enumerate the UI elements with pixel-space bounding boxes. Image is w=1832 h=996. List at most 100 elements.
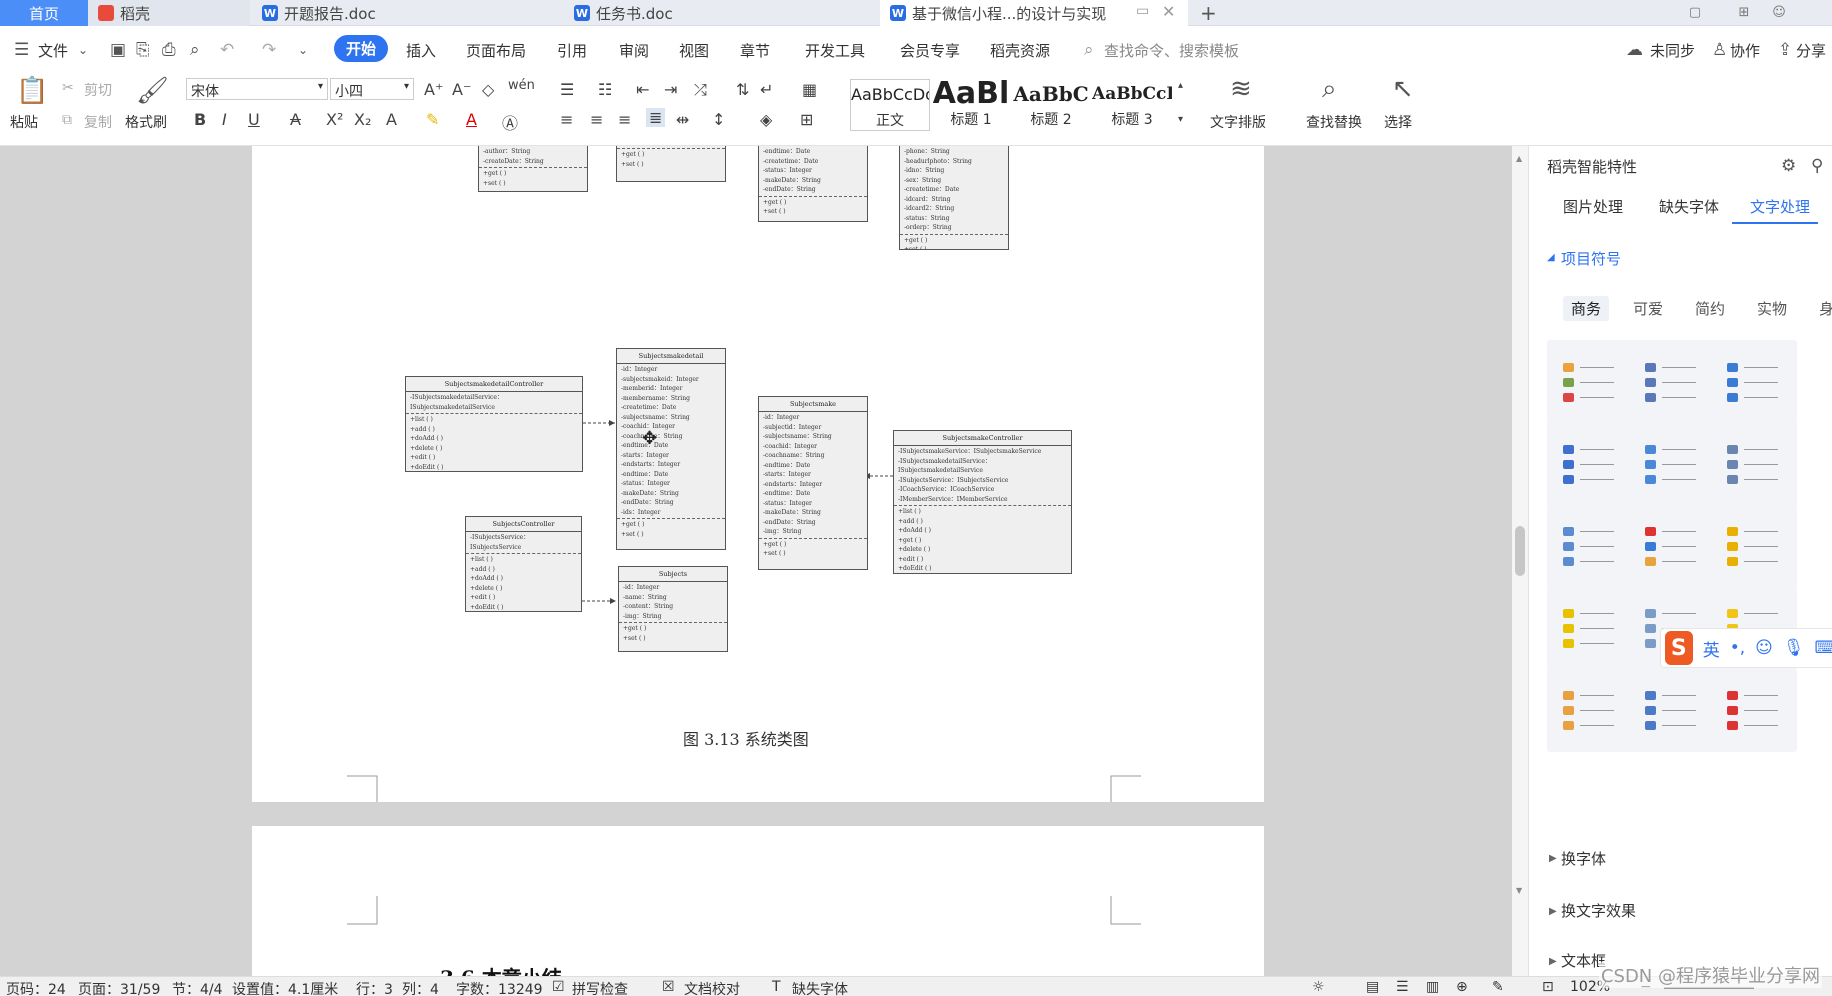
status-col[interactable]: 列：4 — [402, 979, 439, 996]
find-replace-icon[interactable]: ⌕ — [1322, 74, 1337, 105]
tab-missing-fonts[interactable]: 缺失字体 — [1659, 196, 1719, 217]
status-setting[interactable]: 设置值：4.1厘米 — [232, 979, 338, 996]
eye-protect-icon[interactable]: ☼ — [1312, 979, 1325, 995]
grid-icon[interactable]: ⊞ — [1735, 3, 1753, 21]
document-page[interactable]: -ressDate：String-createtime：Date-author：… — [252, 146, 1264, 838]
sort-icon[interactable]: ⇅ — [736, 80, 749, 99]
status-section[interactable]: 节：4/4 — [172, 979, 223, 996]
section-text-effects[interactable]: 换文字效果 — [1561, 900, 1636, 921]
show-marks-icon[interactable]: ↵ — [760, 80, 773, 99]
menu-page-layout[interactable]: 页面布局 — [466, 40, 526, 61]
menu-insert[interactable]: 插入 — [406, 40, 436, 61]
paste-icon[interactable]: 📋 — [16, 76, 48, 106]
fit-icon[interactable]: ⊡ — [1542, 979, 1554, 995]
find-replace-button[interactable]: 查找替换 — [1306, 112, 1362, 132]
read-view-icon[interactable]: ▥ — [1426, 979, 1439, 995]
export-icon[interactable]: ⎘ — [136, 40, 150, 60]
spell-check-checkbox-icon[interactable]: ☑ — [552, 979, 565, 995]
expand-icon[interactable]: ▶ — [1549, 956, 1557, 967]
vertical-scrollbar[interactable]: ▲ ▼ — [1512, 146, 1528, 976]
bullet-style-option[interactable] — [1711, 422, 1797, 506]
preview-icon[interactable]: ⌕ — [190, 40, 200, 60]
undo-icon[interactable]: ↶ — [220, 40, 234, 60]
status-spellcheck[interactable]: 拼写检查 — [572, 979, 628, 996]
status-page[interactable]: 页码：24 — [6, 979, 66, 996]
chevron-down-icon[interactable]: ⌄ — [78, 43, 88, 57]
align-right-icon[interactable]: ≡ — [618, 110, 631, 129]
share-button[interactable]: 分享 — [1796, 40, 1826, 61]
redo-icon[interactable]: ↷ — [262, 40, 276, 60]
monitor-icon[interactable]: ▭ — [1136, 3, 1149, 19]
sogou-logo-icon[interactable]: S — [1665, 631, 1693, 665]
bullet-style-option[interactable] — [1629, 422, 1715, 506]
font-effect-icon[interactable]: A — [386, 110, 397, 129]
status-row[interactable]: 行：3 — [356, 979, 393, 996]
bullet-style-option[interactable] — [1629, 668, 1715, 752]
cut-icon[interactable]: ✂ — [62, 80, 74, 96]
style-heading3[interactable]: AaBbCcI 标题 3 — [1092, 79, 1172, 131]
tab-doc1[interactable]: W 开题报告.doc — [252, 0, 548, 26]
expand-icon[interactable]: ▶ — [1549, 906, 1557, 917]
italic-icon[interactable]: I — [222, 110, 227, 129]
mic-icon[interactable]: 🎙 — [1783, 638, 1805, 658]
decrease-indent-icon[interactable]: ⇤ — [636, 80, 649, 99]
bullet-style-option[interactable] — [1629, 340, 1715, 424]
scroll-down-icon[interactable]: ▼ — [1516, 886, 1522, 895]
command-search-input[interactable]: 查找命令、搜索模板 — [1104, 40, 1239, 61]
document-area[interactable]: -ressDate：String-createtime：Date-author：… — [0, 146, 1512, 976]
emoji-icon[interactable]: ☺ — [1755, 638, 1773, 658]
decrease-font-icon[interactable]: A⁻ — [452, 80, 471, 99]
text-layout-icon[interactable]: ≋ — [1230, 74, 1252, 104]
table-tools-icon[interactable]: ▦ — [802, 80, 817, 99]
format-painter-icon[interactable]: 🖌 — [136, 76, 169, 106]
ime-lang-toggle[interactable]: 英 — [1703, 636, 1720, 661]
text-direction-icon[interactable]: ⤮ — [694, 80, 707, 100]
menu-review[interactable]: 审阅 — [619, 40, 649, 61]
increase-indent-icon[interactable]: ⇥ — [664, 80, 677, 99]
status-wordcount[interactable]: 字数：13249 — [456, 979, 543, 996]
bullet-style-option[interactable] — [1547, 422, 1633, 506]
status-proofread[interactable]: 文档校对 — [684, 979, 740, 996]
styles-scroll-down-icon[interactable]: ▾ — [1178, 114, 1183, 125]
copy-button[interactable]: 复制 — [84, 112, 112, 132]
panel-title[interactable]: 稻壳智能特性 — [1547, 156, 1637, 177]
increase-font-icon[interactable]: A⁺ — [424, 80, 443, 99]
bullet-style-option[interactable] — [1711, 668, 1797, 752]
menu-start[interactable]: 开始 — [334, 35, 389, 62]
layout-icon[interactable]: ▢ — [1686, 3, 1704, 21]
pin-icon[interactable]: ⚲ — [1811, 156, 1823, 176]
hamburger-icon[interactable]: ☰ — [14, 40, 29, 60]
superscript-icon[interactable]: X² — [326, 110, 343, 129]
select-button[interactable]: 选择 — [1384, 112, 1412, 132]
pen-icon[interactable]: ✎ — [1492, 979, 1504, 995]
category-cute[interactable]: 可爱 — [1625, 296, 1671, 321]
paste-button[interactable]: 粘贴 — [10, 112, 38, 132]
font-name-select[interactable]: 宋体 ▾ — [186, 78, 328, 100]
phonetic-icon[interactable]: wén — [508, 78, 535, 93]
bullet-style-option[interactable] — [1547, 668, 1633, 752]
tab-home[interactable]: 首页 — [0, 0, 88, 26]
style-normal[interactable]: AaBbCcDd 正文 — [850, 79, 930, 131]
tab-doc2[interactable]: W 任务书.doc — [564, 0, 876, 26]
proofread-icon[interactable]: ☒ — [662, 979, 675, 995]
menu-daoke-resources[interactable]: 稻壳资源 — [990, 40, 1050, 61]
menu-file[interactable]: 文件 — [38, 40, 68, 61]
font-color-icon[interactable]: A — [466, 110, 477, 129]
missing-font-icon[interactable]: T — [772, 979, 781, 995]
tab-image-processing[interactable]: 图片处理 — [1563, 196, 1623, 217]
section-bullets[interactable]: 项目符号 — [1561, 248, 1621, 269]
scroll-up-icon[interactable]: ▲ — [1516, 154, 1522, 163]
format-painter-button[interactable]: 格式刷 — [125, 112, 167, 132]
select-icon[interactable]: ↖ — [1392, 74, 1414, 104]
keyboard-icon[interactable]: ⌨ — [1814, 638, 1832, 658]
bullet-style-option[interactable] — [1547, 504, 1633, 588]
category-simple[interactable]: 简约 — [1687, 296, 1733, 321]
line-spacing-icon[interactable]: ↕ — [712, 110, 725, 129]
collab-button[interactable]: 协作 — [1730, 40, 1760, 61]
menu-member[interactable]: 会员专享 — [900, 40, 960, 61]
bold-icon[interactable]: B — [194, 110, 206, 129]
distributed-align-icon[interactable]: ⇹ — [676, 110, 689, 129]
styles-scroll-up-icon[interactable]: ▴ — [1178, 80, 1183, 91]
menu-view[interactable]: 视图 — [679, 40, 709, 61]
save-icon[interactable]: ▣ — [110, 40, 126, 60]
